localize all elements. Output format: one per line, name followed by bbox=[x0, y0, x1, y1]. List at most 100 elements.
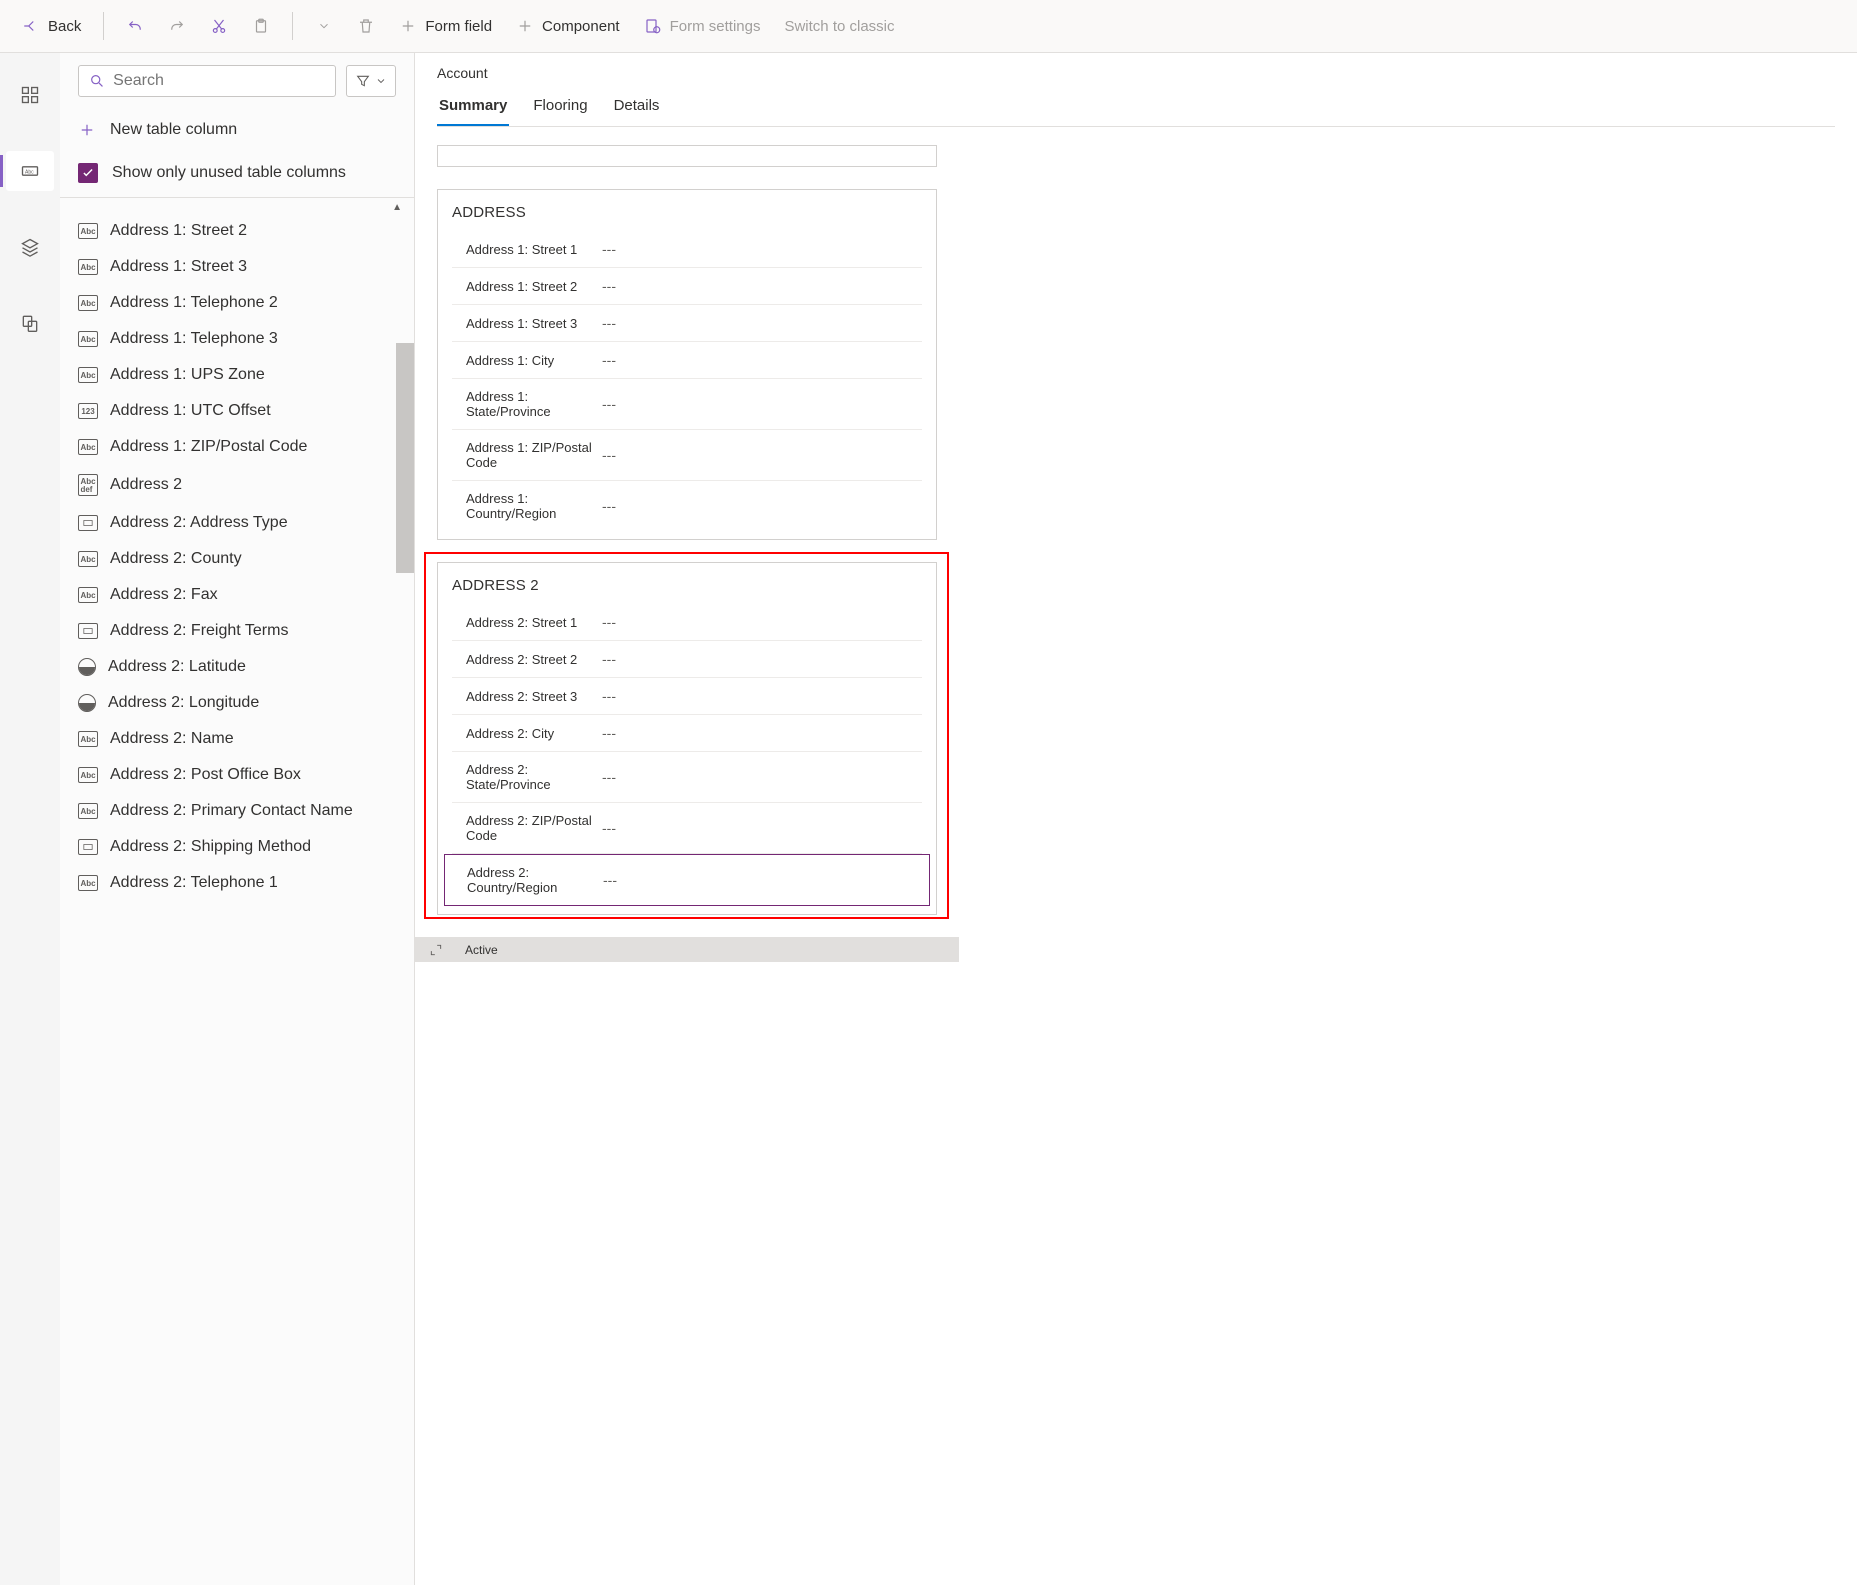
expand-icon[interactable] bbox=[429, 943, 443, 957]
add-form-field-button[interactable]: Form field bbox=[389, 11, 502, 41]
status-text: Active bbox=[465, 943, 498, 957]
tab-summary[interactable]: Summary bbox=[437, 91, 509, 126]
form-field-row[interactable]: Address 1: City--- bbox=[452, 342, 922, 379]
column-item[interactable]: Address 2: Address Type bbox=[60, 505, 414, 541]
column-item[interactable]: AbcAddress 1: Telephone 2 bbox=[60, 285, 414, 321]
tab-details[interactable]: Details bbox=[612, 91, 662, 126]
scroll-up-arrow[interactable]: ▲ bbox=[60, 198, 414, 213]
column-label: Address 2: Latitude bbox=[108, 658, 246, 676]
text-icon: Abc bbox=[78, 439, 98, 455]
text-icon: Abc bbox=[78, 803, 98, 819]
text-icon: Abc bbox=[78, 259, 98, 275]
form-settings-button[interactable]: Form settings bbox=[634, 11, 771, 41]
column-item[interactable]: Address 2: Longitude bbox=[60, 685, 414, 721]
column-label: Address 2: Fax bbox=[110, 586, 218, 604]
column-label: Address 2: Primary Contact Name bbox=[110, 802, 353, 820]
tab-flooring[interactable]: Flooring bbox=[531, 91, 589, 126]
rail-tree[interactable] bbox=[6, 227, 54, 267]
field-label: Address 2: Street 3 bbox=[452, 689, 602, 704]
new-column-button[interactable]: New table column bbox=[60, 107, 414, 153]
form-field-row[interactable]: Address 1: Street 3--- bbox=[452, 305, 922, 342]
back-button[interactable]: Back bbox=[12, 11, 91, 41]
form-field-row[interactable]: Address 1: State/Province--- bbox=[452, 379, 922, 430]
column-item[interactable]: AbcdefAddress 2 bbox=[60, 465, 414, 505]
rail-columns[interactable]: Abc bbox=[6, 151, 54, 191]
form-field-row[interactable]: Address 2: City--- bbox=[452, 715, 922, 752]
empty-section[interactable] bbox=[437, 145, 937, 167]
form-field-row[interactable]: Address 1: Street 1--- bbox=[452, 231, 922, 268]
column-item[interactable]: AbcAddress 2: Name bbox=[60, 721, 414, 757]
redo-button[interactable] bbox=[158, 11, 196, 41]
text-icon: Abc bbox=[78, 331, 98, 347]
field-value: --- bbox=[602, 820, 616, 836]
cut-button[interactable] bbox=[200, 11, 238, 41]
column-item[interactable]: AbcAddress 2: Post Office Box bbox=[60, 757, 414, 793]
column-item[interactable]: AbcAddress 2: Fax bbox=[60, 577, 414, 613]
column-item[interactable]: 123Address 1: UTC Offset bbox=[60, 393, 414, 429]
form-field-row[interactable]: Address 1: Street 2--- bbox=[452, 268, 922, 305]
tab-row: Summary Flooring Details bbox=[437, 91, 1835, 127]
rail-library[interactable] bbox=[6, 303, 54, 343]
field-value: --- bbox=[602, 241, 616, 257]
column-item[interactable]: Address 2: Shipping Method bbox=[60, 829, 414, 865]
column-label: Address 2: Shipping Method bbox=[110, 838, 311, 856]
redo-icon bbox=[168, 17, 186, 35]
form-field-row[interactable]: Address 2: Street 2--- bbox=[452, 641, 922, 678]
column-item[interactable]: Address 2: Latitude bbox=[60, 649, 414, 685]
text-icon: Abc bbox=[78, 731, 98, 747]
unused-label: Show only unused table columns bbox=[112, 164, 346, 182]
form-field-row[interactable]: Address 1: Country/Region--- bbox=[452, 481, 922, 531]
switch-classic-label: Switch to classic bbox=[784, 18, 894, 35]
column-label: Address 1: UPS Zone bbox=[110, 366, 265, 384]
section-title: ADDRESS bbox=[452, 204, 922, 221]
new-column-label: New table column bbox=[110, 121, 237, 139]
column-item[interactable]: AbcAddress 2: County bbox=[60, 541, 414, 577]
form-field-row[interactable]: Address 2: ZIP/Postal Code--- bbox=[452, 803, 922, 854]
scrollbar-thumb[interactable] bbox=[396, 343, 414, 573]
field-label: Address 1: Street 3 bbox=[452, 316, 602, 331]
left-rail: Abc bbox=[0, 53, 60, 1585]
column-item[interactable]: Abc Address 1: ZIP/Postal Code bbox=[60, 429, 414, 465]
field-label: Address 2: City bbox=[452, 726, 602, 741]
plus-icon bbox=[516, 17, 534, 35]
text-icon: Abc bbox=[78, 875, 98, 891]
column-item[interactable]: AbcAddress 1: Street 2 bbox=[60, 213, 414, 249]
switch-classic-button[interactable]: Switch to classic bbox=[774, 12, 904, 41]
component-label: Component bbox=[542, 18, 620, 35]
filter-button[interactable] bbox=[346, 65, 396, 97]
form-field-row[interactable]: Address 2: Street 1--- bbox=[452, 604, 922, 641]
unused-toggle[interactable]: Show only unused table columns bbox=[60, 153, 414, 198]
search-input[interactable] bbox=[113, 72, 325, 90]
delete-button[interactable] bbox=[347, 11, 385, 41]
column-item[interactable]: AbcAddress 1: Telephone 3 bbox=[60, 321, 414, 357]
add-component-button[interactable]: Component bbox=[506, 11, 630, 41]
field-value: --- bbox=[602, 352, 616, 368]
field-value: --- bbox=[602, 396, 616, 412]
column-label: Address 2: Longitude bbox=[108, 694, 259, 712]
column-item[interactable]: Abc Address 2: Primary Contact Name bbox=[60, 793, 414, 829]
form-field-row[interactable]: Address 2: Street 3--- bbox=[452, 678, 922, 715]
column-label: Address 2 bbox=[110, 476, 182, 494]
column-item[interactable]: AbcAddress 2: Telephone 1 bbox=[60, 865, 414, 901]
column-item[interactable]: AbcAddress 1: Street 3 bbox=[60, 249, 414, 285]
rail-components[interactable] bbox=[6, 75, 54, 115]
column-item[interactable]: Address 2: Freight Terms bbox=[60, 613, 414, 649]
column-label: Address 1: ZIP/Postal Code bbox=[110, 438, 307, 456]
undo-button[interactable] bbox=[116, 11, 154, 41]
field-value: --- bbox=[602, 725, 616, 741]
form-field-row[interactable]: Address 1: ZIP/Postal Code--- bbox=[452, 430, 922, 481]
form-field-row[interactable]: Address 2: State/Province--- bbox=[452, 752, 922, 803]
field-value: --- bbox=[602, 447, 616, 463]
address-section[interactable]: ADDRESS Address 1: Street 1---Address 1:… bbox=[437, 189, 937, 540]
form-field-row[interactable]: Address 2: Country/Region--- bbox=[444, 854, 930, 906]
toolbar-separator bbox=[103, 12, 104, 40]
field-label: Address 2: Street 2 bbox=[452, 652, 602, 667]
paste-dropdown-button[interactable] bbox=[305, 11, 343, 41]
address2-section[interactable]: ADDRESS 2 Address 2: Street 1---Address … bbox=[437, 562, 937, 915]
search-box[interactable] bbox=[78, 65, 336, 97]
filter-icon bbox=[355, 73, 371, 89]
form-canvas: Account SummaryFlooringDetails ADDRESS A… bbox=[415, 53, 1857, 1585]
plus-icon bbox=[78, 121, 96, 139]
column-item[interactable]: AbcAddress 1: UPS Zone bbox=[60, 357, 414, 393]
paste-button[interactable] bbox=[242, 11, 280, 41]
